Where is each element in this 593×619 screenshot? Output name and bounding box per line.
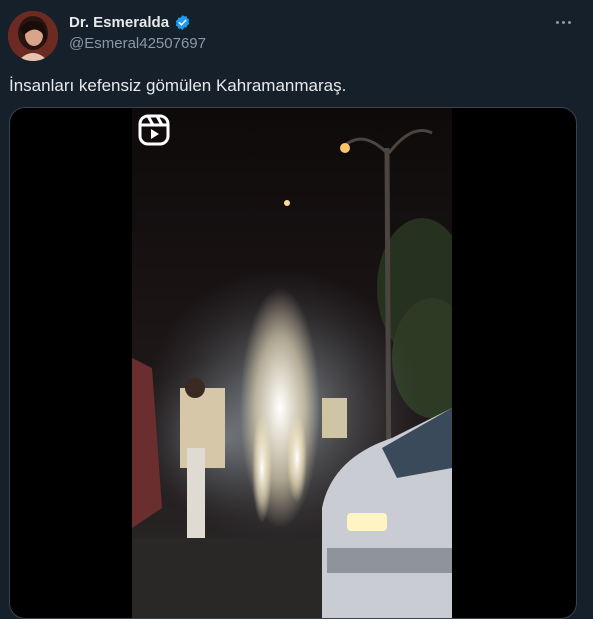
tweet-video[interactable] xyxy=(9,107,577,619)
more-options-icon[interactable] xyxy=(553,14,573,30)
author-handle[interactable]: @Esmeral42507697 xyxy=(69,35,206,52)
tweet-text: İnsanları kefensiz gömülen Kahramanmaraş… xyxy=(9,76,347,95)
avatar-image xyxy=(8,11,58,61)
verified-badge-icon xyxy=(174,14,191,31)
avatar[interactable] xyxy=(8,11,58,61)
author-name-row: Dr. Esmeralda xyxy=(69,14,191,31)
tweet[interactable]: Dr. Esmeralda @Esmeral42507697 İnsanları… xyxy=(0,0,593,619)
video-frame xyxy=(132,108,452,618)
author-display-name[interactable]: Dr. Esmeralda xyxy=(69,14,169,31)
instagram-reels-icon xyxy=(138,114,170,146)
